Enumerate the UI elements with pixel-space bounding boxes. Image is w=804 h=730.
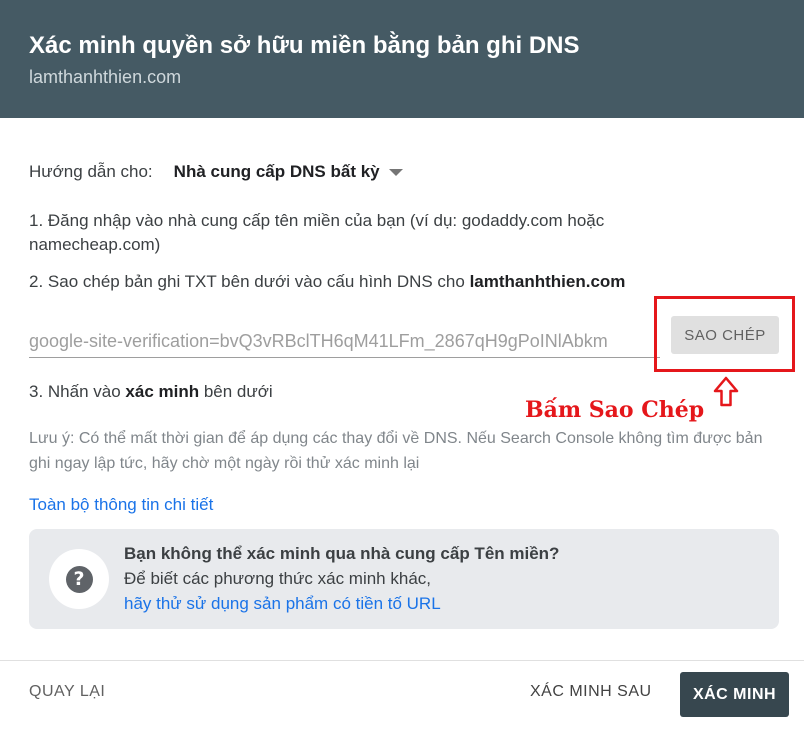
- txt-record-field[interactable]: google-site-verification=bvQ3vRBclTH6qM4…: [29, 326, 660, 358]
- step-2: 2. Sao chép bản ghi TXT bên dưới vào cấu…: [29, 270, 625, 294]
- full-details-link[interactable]: Toàn bộ thông tin chi tiết: [29, 495, 213, 515]
- dns-note: Lưu ý: Có thể mất thời gian để áp dụng c…: [29, 430, 763, 472]
- provider-dropdown[interactable]: Nhà cung cấp DNS bất kỳ: [174, 162, 403, 182]
- verify-button[interactable]: XÁC MINH: [680, 672, 789, 717]
- url-prefix-link[interactable]: hãy thử sử dụng sản phẩm có tiền tố URL: [124, 594, 441, 614]
- txt-record-value: google-site-verification=bvQ3vRBclTH6qM4…: [29, 331, 608, 351]
- provider-value: Nhà cung cấp DNS bất kỳ: [173, 162, 380, 181]
- annotation-text: Bấm Sao Chép: [525, 397, 705, 423]
- info-description: Để biết các phương thức xác minh khác,: [124, 569, 431, 588]
- info-title: Bạn không thể xác minh qua nhà cung cấp …: [124, 544, 560, 563]
- dialog-header: Xác minh quyền sở hữu miền bằng bản ghi …: [0, 0, 804, 118]
- dropdown-caret-icon: [388, 168, 403, 176]
- verify-later-button[interactable]: XÁC MINH SAU: [530, 683, 652, 701]
- alternative-info-box: ? Bạn không thể xác minh qua nhà cung cấ…: [29, 529, 779, 629]
- step-3-text: 3. Nhấn vào: [29, 382, 126, 401]
- dialog-footer: QUAY LẠI XÁC MINH SAU XÁC MINH: [0, 660, 804, 730]
- copy-button[interactable]: SAO CHÉP: [671, 316, 779, 354]
- help-icon-circle: ?: [49, 549, 109, 609]
- back-button[interactable]: QUAY LẠI: [29, 683, 105, 701]
- step-2-text: 2. Sao chép bản ghi TXT bên dưới vào cấu…: [29, 272, 470, 291]
- guide-label: Hướng dẫn cho:: [29, 162, 153, 181]
- step-3: 3. Nhấn vào xác minh bên dưới: [29, 380, 273, 404]
- step-3-suffix: bên dưới: [199, 382, 273, 401]
- guide-row: Hướng dẫn cho: Nhà cung cấp DNS bất kỳ: [29, 160, 403, 184]
- step-1: 1. Đăng nhập vào nhà cung cấp tên miền c…: [29, 211, 605, 254]
- domain-subtitle: lamthanhthien.com: [29, 67, 182, 87]
- step-2-domain: lamthanhthien.com: [469, 272, 626, 291]
- dialog-title: Xác minh quyền sở hữu miền bằng bản ghi …: [29, 32, 580, 59]
- step-3-bold: xác minh: [125, 382, 200, 401]
- question-icon: ?: [65, 565, 93, 593]
- annotation-up-arrow-icon: [713, 376, 739, 407]
